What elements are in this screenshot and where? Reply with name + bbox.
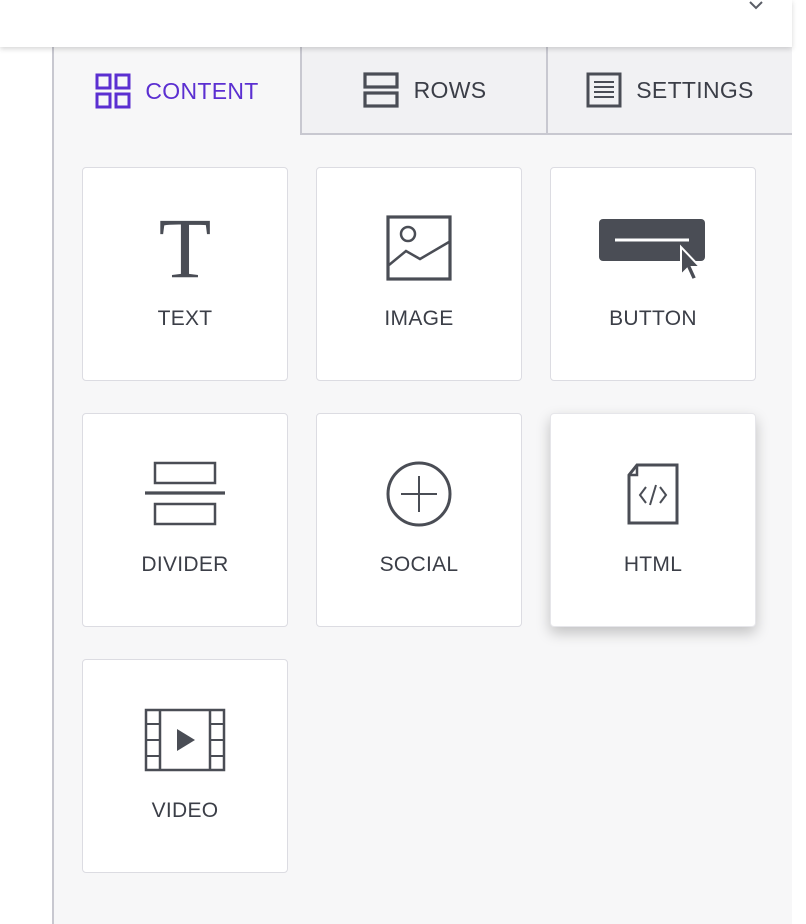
tab-rows-label: ROWS (413, 76, 487, 103)
html-code-file-icon (627, 463, 679, 525)
content-tile-video[interactable]: VIDEO (82, 659, 288, 873)
content-tile-text[interactable]: T TEXT (82, 167, 288, 381)
settings-document-icon (586, 72, 622, 108)
right-edge (792, 0, 806, 924)
rows-icon (363, 72, 399, 108)
tile-label: TEXT (157, 307, 213, 330)
tab-settings-label: SETTINGS (636, 76, 754, 103)
tab-content[interactable]: CONTENT (54, 47, 300, 135)
button-cursor-icon (599, 219, 705, 282)
tile-label: IMAGE (384, 307, 454, 330)
tab-bar: CONTENT ROWS SETTINGS (54, 47, 792, 135)
top-bar (0, 0, 792, 47)
tab-settings[interactable]: SETTINGS (546, 47, 792, 135)
svg-text:T: T (159, 213, 212, 283)
chevron-down-icon[interactable] (745, 0, 767, 16)
content-tile-image[interactable]: IMAGE (316, 167, 522, 381)
tile-label: HTML (623, 553, 683, 576)
divider-icon (145, 461, 225, 526)
text-t-icon: T (159, 213, 212, 283)
tile-label: DIVIDER (141, 553, 229, 576)
tile-label: VIDEO (151, 799, 219, 822)
content-tile-divider[interactable]: DIVIDER (82, 413, 288, 627)
grid-icon (95, 73, 131, 109)
tab-content-label: CONTENT (145, 77, 259, 104)
circle-plus-icon (386, 461, 452, 527)
content-tile-button[interactable]: BUTTON (550, 167, 756, 381)
content-tile-html[interactable]: HTML (550, 413, 756, 627)
tile-label: SOCIAL (379, 553, 459, 576)
image-icon (386, 215, 452, 281)
tile-label: BUTTON (609, 307, 697, 330)
video-film-icon (144, 708, 226, 772)
tab-rows[interactable]: ROWS (300, 47, 546, 135)
left-gutter (0, 47, 52, 924)
content-tile-social[interactable]: SOCIAL (316, 413, 522, 627)
content-panel: CONTENT ROWS SETTINGS T TEXT IMAGE BUTTO… (52, 47, 792, 924)
